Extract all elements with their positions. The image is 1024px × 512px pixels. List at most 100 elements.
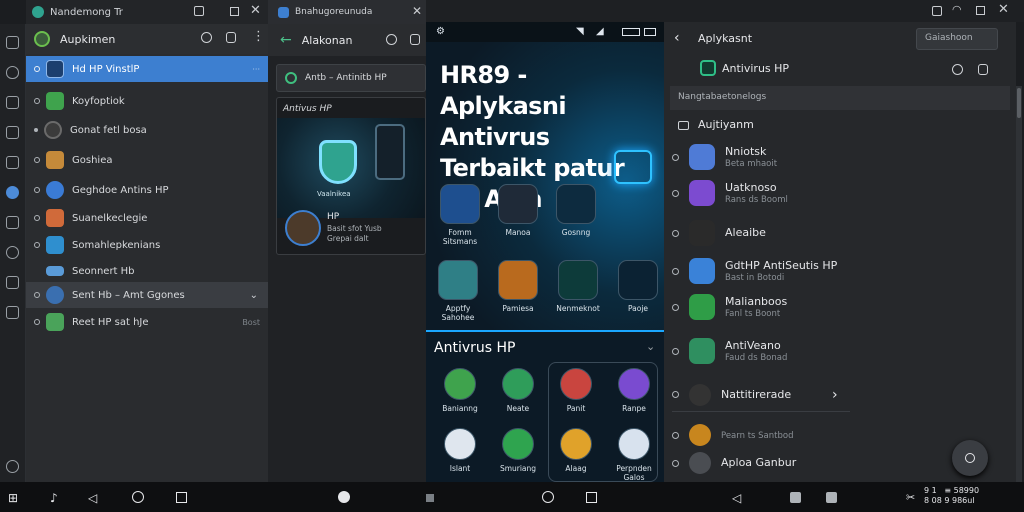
back-icon[interactable]: ‹ — [674, 30, 680, 46]
list-item[interactable]: Nniotsk Beta mhaoit — [672, 140, 1002, 174]
radio-icon[interactable] — [34, 66, 40, 72]
list-item[interactable]: Aleaibe — [672, 216, 1002, 250]
apps-icon[interactable] — [6, 186, 19, 199]
recents-icon-2[interactable] — [586, 492, 597, 503]
share-icon[interactable] — [226, 32, 236, 43]
close-icon[interactable]: ✕ — [412, 4, 422, 18]
radio-icon[interactable] — [34, 242, 40, 248]
back-icon[interactable]: ← — [280, 32, 292, 48]
windows-icon[interactable]: ⊞ — [8, 491, 18, 505]
app-tile[interactable]: Smuriang — [490, 428, 546, 473]
app-tile[interactable]: Gosnng — [548, 184, 604, 237]
restore-icon[interactable] — [230, 7, 239, 16]
settings-icon[interactable] — [6, 246, 19, 259]
chevron-down-icon[interactable]: ⌄ — [250, 290, 258, 301]
more-icon[interactable]: ⋮ — [252, 29, 265, 44]
shield-icon[interactable] — [6, 66, 19, 79]
app-tile[interactable]: Fomm Sitsmans — [432, 184, 488, 246]
check-icon[interactable] — [6, 306, 19, 319]
list-item[interactable]: AntiVeano Faud ds Bonad — [672, 334, 1002, 368]
radio-icon[interactable] — [672, 347, 679, 355]
scrollbar[interactable] — [1016, 86, 1022, 482]
radio-icon[interactable] — [34, 215, 40, 221]
app-tile[interactable]: Apptfy Sahohee — [430, 260, 486, 322]
refresh-icon[interactable] — [285, 72, 297, 84]
close-icon[interactable]: ✕ — [998, 2, 1009, 17]
chevron-right-icon[interactable]: › — [832, 387, 838, 403]
window-tab[interactable] — [426, 0, 664, 22]
list-item[interactable]: Nattitirerade › — [672, 378, 850, 412]
radio-icon[interactable] — [672, 153, 679, 161]
history-icon[interactable] — [6, 36, 19, 49]
share-icon[interactable] — [978, 64, 988, 75]
search-input[interactable]: Gaiashoon — [916, 28, 998, 50]
search-icon[interactable] — [952, 64, 963, 75]
download-icon[interactable] — [6, 216, 19, 229]
restore-icon[interactable] — [976, 6, 985, 15]
history-icon[interactable] — [386, 34, 397, 45]
app-tile[interactable]: Alaag — [548, 428, 604, 473]
list-item[interactable]: Somahlepkenians — [26, 232, 268, 258]
app-tile[interactable]: Ranpe — [606, 368, 662, 413]
radio-icon[interactable] — [672, 303, 679, 311]
home-icon-2[interactable] — [338, 491, 350, 503]
app-tile[interactable]: Neate — [490, 368, 546, 413]
radio-icon[interactable] — [672, 431, 679, 439]
gear-icon[interactable] — [6, 460, 19, 473]
radio-icon[interactable] — [34, 128, 38, 132]
minimize-icon[interactable] — [932, 6, 942, 16]
list-item[interactable]: Geghdoe Antins HP — [26, 177, 268, 203]
app-tile[interactable]: Panit — [548, 368, 604, 413]
recents-icon[interactable] — [176, 492, 187, 503]
app-tile[interactable]: Banianng — [432, 368, 488, 413]
phone-icon[interactable]: ♪ — [50, 491, 58, 505]
back-icon-2[interactable]: ◁ — [732, 491, 741, 505]
app-tile[interactable]: Manoa — [490, 184, 546, 237]
window-tab[interactable]: Bnahugoreunuda ✕ — [268, 0, 426, 24]
list-item[interactable]: GdtHP AntiSeutis HP Bast in Botodi — [672, 254, 1002, 288]
home-icon-3[interactable] — [542, 491, 554, 503]
list-item[interactable]: Hd HP VinstlP ··· — [26, 56, 268, 82]
list-item[interactable]: Gonat fetl bosa — [26, 117, 268, 143]
stop-icon[interactable] — [790, 492, 801, 503]
app-icon[interactable] — [426, 494, 434, 502]
radio-icon[interactable] — [672, 229, 679, 237]
folder-icon[interactable] — [6, 96, 19, 109]
list-item[interactable]: Sent Hb – Amt Ggones ⌄ — [26, 282, 268, 308]
list-item[interactable]: Seonnert Hb — [26, 258, 268, 284]
list-item[interactable]: Malianboos Fanl ts Boont — [672, 290, 1002, 324]
app-tile[interactable]: Islant — [432, 428, 488, 473]
close-icon[interactable]: ✕ — [250, 3, 261, 18]
radio-icon[interactable] — [34, 157, 40, 163]
minimize-icon[interactable] — [194, 6, 204, 16]
radio-icon[interactable] — [672, 189, 679, 197]
radio-icon[interactable] — [34, 319, 40, 325]
list-item[interactable]: Suanelkeclegie — [26, 205, 268, 231]
radio-icon[interactable] — [34, 98, 40, 104]
radio-icon[interactable] — [34, 187, 40, 193]
list-item[interactable]: Reet HP sat hJe Bost — [26, 309, 268, 335]
list-item[interactable]: Koyfoptiok — [26, 88, 268, 114]
app-tile[interactable]: Perpnden Galos — [606, 428, 662, 482]
app-tile[interactable]: Pamiesa — [490, 260, 546, 313]
radio-icon[interactable] — [672, 267, 679, 275]
app-tile[interactable]: Paoje — [610, 260, 664, 313]
featured-card[interactable]: Antivus HP Vaalnikea HP Basit sfot Yusb … — [276, 97, 426, 255]
radio-icon[interactable] — [672, 459, 679, 467]
doc-icon[interactable] — [6, 276, 19, 289]
recents-icon-3[interactable] — [826, 492, 837, 503]
app-tile[interactable]: Nenmeknot — [550, 260, 606, 313]
radio-icon[interactable] — [672, 391, 679, 398]
search-icon[interactable] — [201, 32, 212, 43]
scrollbar-thumb[interactable] — [1017, 88, 1021, 118]
screen-icon[interactable] — [6, 126, 19, 139]
list-item[interactable]: Goshiea — [26, 147, 268, 173]
tools-icon[interactable]: ✂ — [906, 491, 915, 504]
window-tab[interactable]: Nandemong Tr ✕ — [26, 0, 268, 24]
back-icon[interactable]: ◁ — [88, 491, 97, 505]
radio-icon[interactable] — [34, 292, 40, 298]
home-icon[interactable] — [132, 491, 144, 503]
chevron-down-icon[interactable]: ⌄ — [646, 340, 655, 353]
share-icon[interactable] — [410, 34, 420, 45]
image-icon[interactable] — [6, 156, 19, 169]
